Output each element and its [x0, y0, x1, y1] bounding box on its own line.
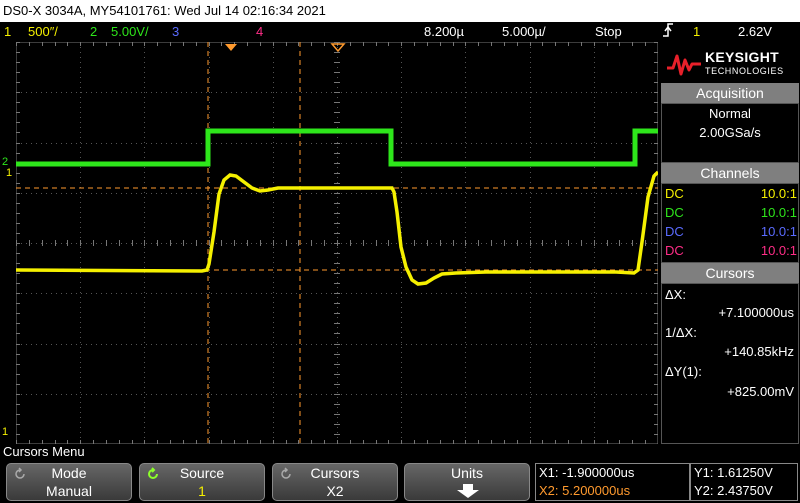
waveform-display[interactable]: [15, 41, 660, 445]
delta-x-value: +7.100000us: [718, 305, 794, 320]
brand-subtitle: TECHNOLOGIES: [705, 66, 784, 76]
graticule: [15, 41, 660, 445]
window-title: DS0-X 3034A, MY54101761: Wed Jul 14 02:1…: [0, 0, 800, 22]
acquisition-mode: Normal: [709, 106, 751, 121]
acquisition-header[interactable]: Acquisition: [661, 83, 799, 103]
y-cursor-readout: Y1: 1.61250V Y2: 2.43750V: [690, 463, 798, 501]
channel-row-2[interactable]: DC 10.0:1: [665, 203, 797, 223]
delta-x-label: ΔX:: [665, 287, 686, 302]
ch1-number[interactable]: 1: [4, 22, 11, 42]
cursors-softkey-title: Cursors: [310, 465, 360, 481]
x-cursor-readout: X1: -1.900000us X2: 5.200000us: [535, 463, 690, 501]
mode-softkey[interactable]: Mode Manual: [6, 463, 132, 501]
submenu-arrow-icon: [457, 484, 479, 498]
x2-readout: X2: 5.200000us: [539, 483, 631, 498]
inverse-delta-x-value: +140.85kHz: [724, 344, 794, 359]
source-softkey[interactable]: Source 1: [139, 463, 265, 501]
run-state[interactable]: Stop: [595, 22, 622, 42]
ch3-probe: 10.0:1: [760, 224, 797, 239]
ch1-trigger-level-marker[interactable]: 1: [6, 166, 16, 180]
inverse-delta-x-label: 1/ΔX:: [665, 325, 697, 340]
ch4-probe: 10.0:1: [760, 243, 797, 258]
menu-title: Cursors Menu: [3, 444, 85, 459]
ch2-number[interactable]: 2: [90, 22, 97, 42]
y1-readout: Y1: 1.61250V: [694, 465, 773, 480]
y2-readout: Y2: 2.43750V: [694, 483, 773, 498]
cursors-softkey-value: X2: [326, 483, 344, 499]
ch4-number[interactable]: 4: [256, 22, 263, 42]
delta-y-value: +825.00mV: [727, 384, 794, 399]
ch1-ground-marker[interactable]: 1: [2, 425, 16, 439]
channel-row-1[interactable]: DC 10.0:1: [665, 184, 797, 204]
sample-rate: 2.00GSa/s: [699, 125, 761, 140]
keysight-logo: KEYSIGHT TECHNOLOGIES: [663, 44, 795, 84]
acquisition-panel: Normal 2.00GSa/s: [661, 103, 799, 163]
cursors-panel: ΔX: +7.100000us 1/ΔX: +140.85kHz ΔY(1): …: [661, 283, 799, 444]
ch1-coupling: DC: [665, 186, 684, 201]
ch3-coupling: DC: [665, 224, 684, 239]
time-position[interactable]: 8.200µ: [424, 22, 464, 42]
brand-name: KEYSIGHT: [705, 49, 779, 65]
mode-softkey-title: Mode: [51, 465, 87, 481]
channel-row-4[interactable]: DC 10.0:1: [665, 241, 797, 261]
ch2-probe: 10.0:1: [760, 205, 797, 220]
ch2-scale[interactable]: 5.00V/: [111, 22, 149, 42]
units-softkey[interactable]: Units: [404, 463, 530, 501]
delta-y-label: ΔY(1):: [665, 364, 702, 379]
ch1-probe: 10.0:1: [760, 186, 797, 201]
x1-readout: X1: -1.900000us: [539, 465, 635, 480]
ch3-number[interactable]: 3: [172, 22, 179, 42]
cursors-softkey[interactable]: Cursors X2: [272, 463, 398, 501]
mode-softkey-value: Manual: [46, 483, 92, 499]
source-softkey-value: 1: [198, 483, 206, 499]
units-softkey-title: Units: [451, 465, 483, 481]
time-scale[interactable]: 5.000µ/: [502, 22, 546, 42]
ch2-coupling: DC: [665, 205, 684, 220]
ch4-coupling: DC: [665, 243, 684, 258]
cursors-header[interactable]: Cursors: [661, 263, 799, 283]
rising-edge-trigger-icon: [662, 22, 674, 44]
ch1-scale[interactable]: 500″/: [28, 22, 58, 42]
ch1-trigger-label: 1: [6, 167, 13, 179]
channel-row-3[interactable]: DC 10.0:1: [665, 222, 797, 242]
ch1-ground-label: 1: [2, 426, 9, 438]
trigger-source[interactable]: 1: [693, 22, 700, 42]
trigger-level[interactable]: 2.62V: [738, 22, 772, 42]
keysight-wave-icon: [667, 54, 701, 76]
source-softkey-title: Source: [179, 465, 225, 481]
channels-panel: DC 10.0:1 DC 10.0:1 DC 10.0:1 DC 10.0:1: [661, 183, 799, 263]
channels-header[interactable]: Channels: [661, 163, 799, 183]
status-bar: 1 500″/ 2 5.00V/ 3 4 8.200µ 5.000µ/ Stop…: [0, 22, 800, 42]
